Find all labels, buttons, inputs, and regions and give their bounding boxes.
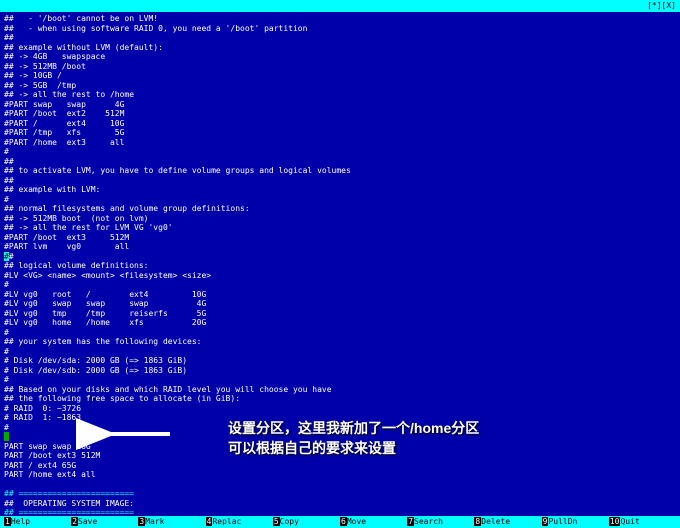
- terminal-window: install.conf [-M--] 1 L:[ 60+25 93/143] …: [0, 0, 680, 528]
- annotation-line2: 可以根据自己的要求来设置: [228, 438, 396, 458]
- annotation-line1: 设置分区，这里我新加了一个/home分区: [228, 418, 479, 438]
